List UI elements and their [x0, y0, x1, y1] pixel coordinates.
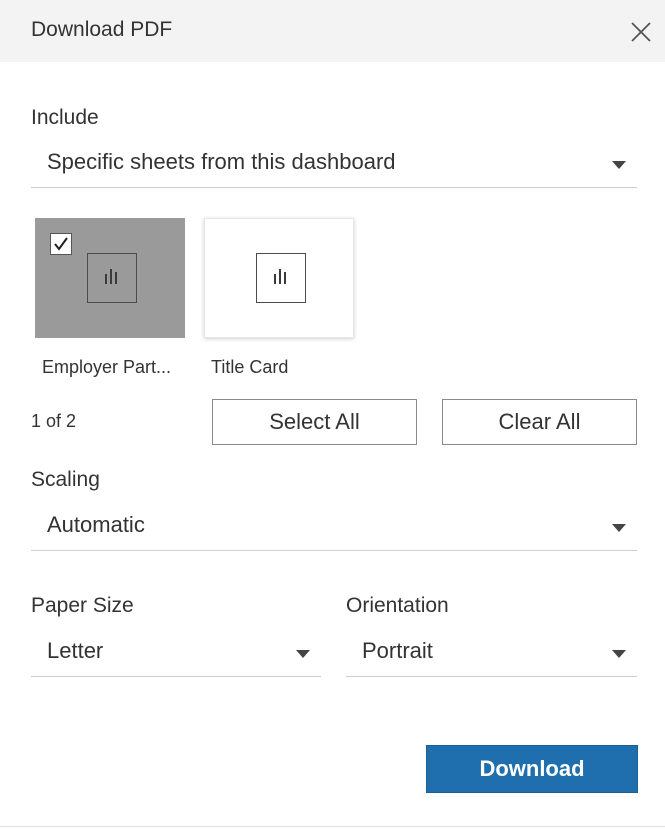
scaling-selected-value: Automatic [47, 512, 145, 537]
bar-chart-icon [87, 253, 137, 303]
orientation-dropdown[interactable]: Portrait [346, 632, 637, 677]
orientation-label: Orientation [346, 594, 449, 617]
scaling-label: Scaling [31, 468, 100, 491]
sheet-label-employer: Employer Part... [42, 357, 172, 377]
sheet-label-title-card: Title Card [211, 357, 289, 377]
scaling-dropdown[interactable]: Automatic [31, 506, 637, 551]
chevron-down-icon [612, 161, 626, 170]
include-dropdown[interactable]: Specific sheets from this dashboard [31, 143, 637, 188]
close-icon [631, 22, 651, 42]
paper-size-label: Paper Size [31, 594, 134, 617]
select-all-button[interactable]: Select All [212, 399, 417, 445]
dialog-title: Download PDF [31, 18, 173, 41]
checkmark-icon [54, 237, 68, 251]
include-selected-value: Specific sheets from this dashboard [47, 149, 396, 174]
dialog-header: Download PDF [0, 0, 665, 62]
chevron-down-icon [612, 524, 626, 533]
paper-size-dropdown[interactable]: Letter [31, 632, 321, 677]
include-label: Include [31, 106, 99, 129]
download-button[interactable]: Download [426, 745, 638, 793]
download-pdf-dialog: Download PDF Include Specific sheets fro… [0, 0, 665, 829]
bar-chart-icon [256, 253, 306, 303]
chevron-down-icon [612, 650, 626, 659]
sheet-count: 1 of 2 [31, 411, 77, 431]
sheet-checkbox[interactable] [50, 233, 72, 255]
clear-all-button[interactable]: Clear All [442, 399, 637, 445]
close-button[interactable] [628, 19, 654, 45]
bottom-divider [0, 826, 665, 827]
orientation-selected-value: Portrait [362, 638, 433, 663]
sheet-thumbnail-employer[interactable] [35, 218, 185, 338]
sheet-thumbnail-title-card[interactable] [204, 218, 354, 338]
chevron-down-icon [296, 650, 310, 659]
paper-size-selected-value: Letter [47, 638, 104, 663]
